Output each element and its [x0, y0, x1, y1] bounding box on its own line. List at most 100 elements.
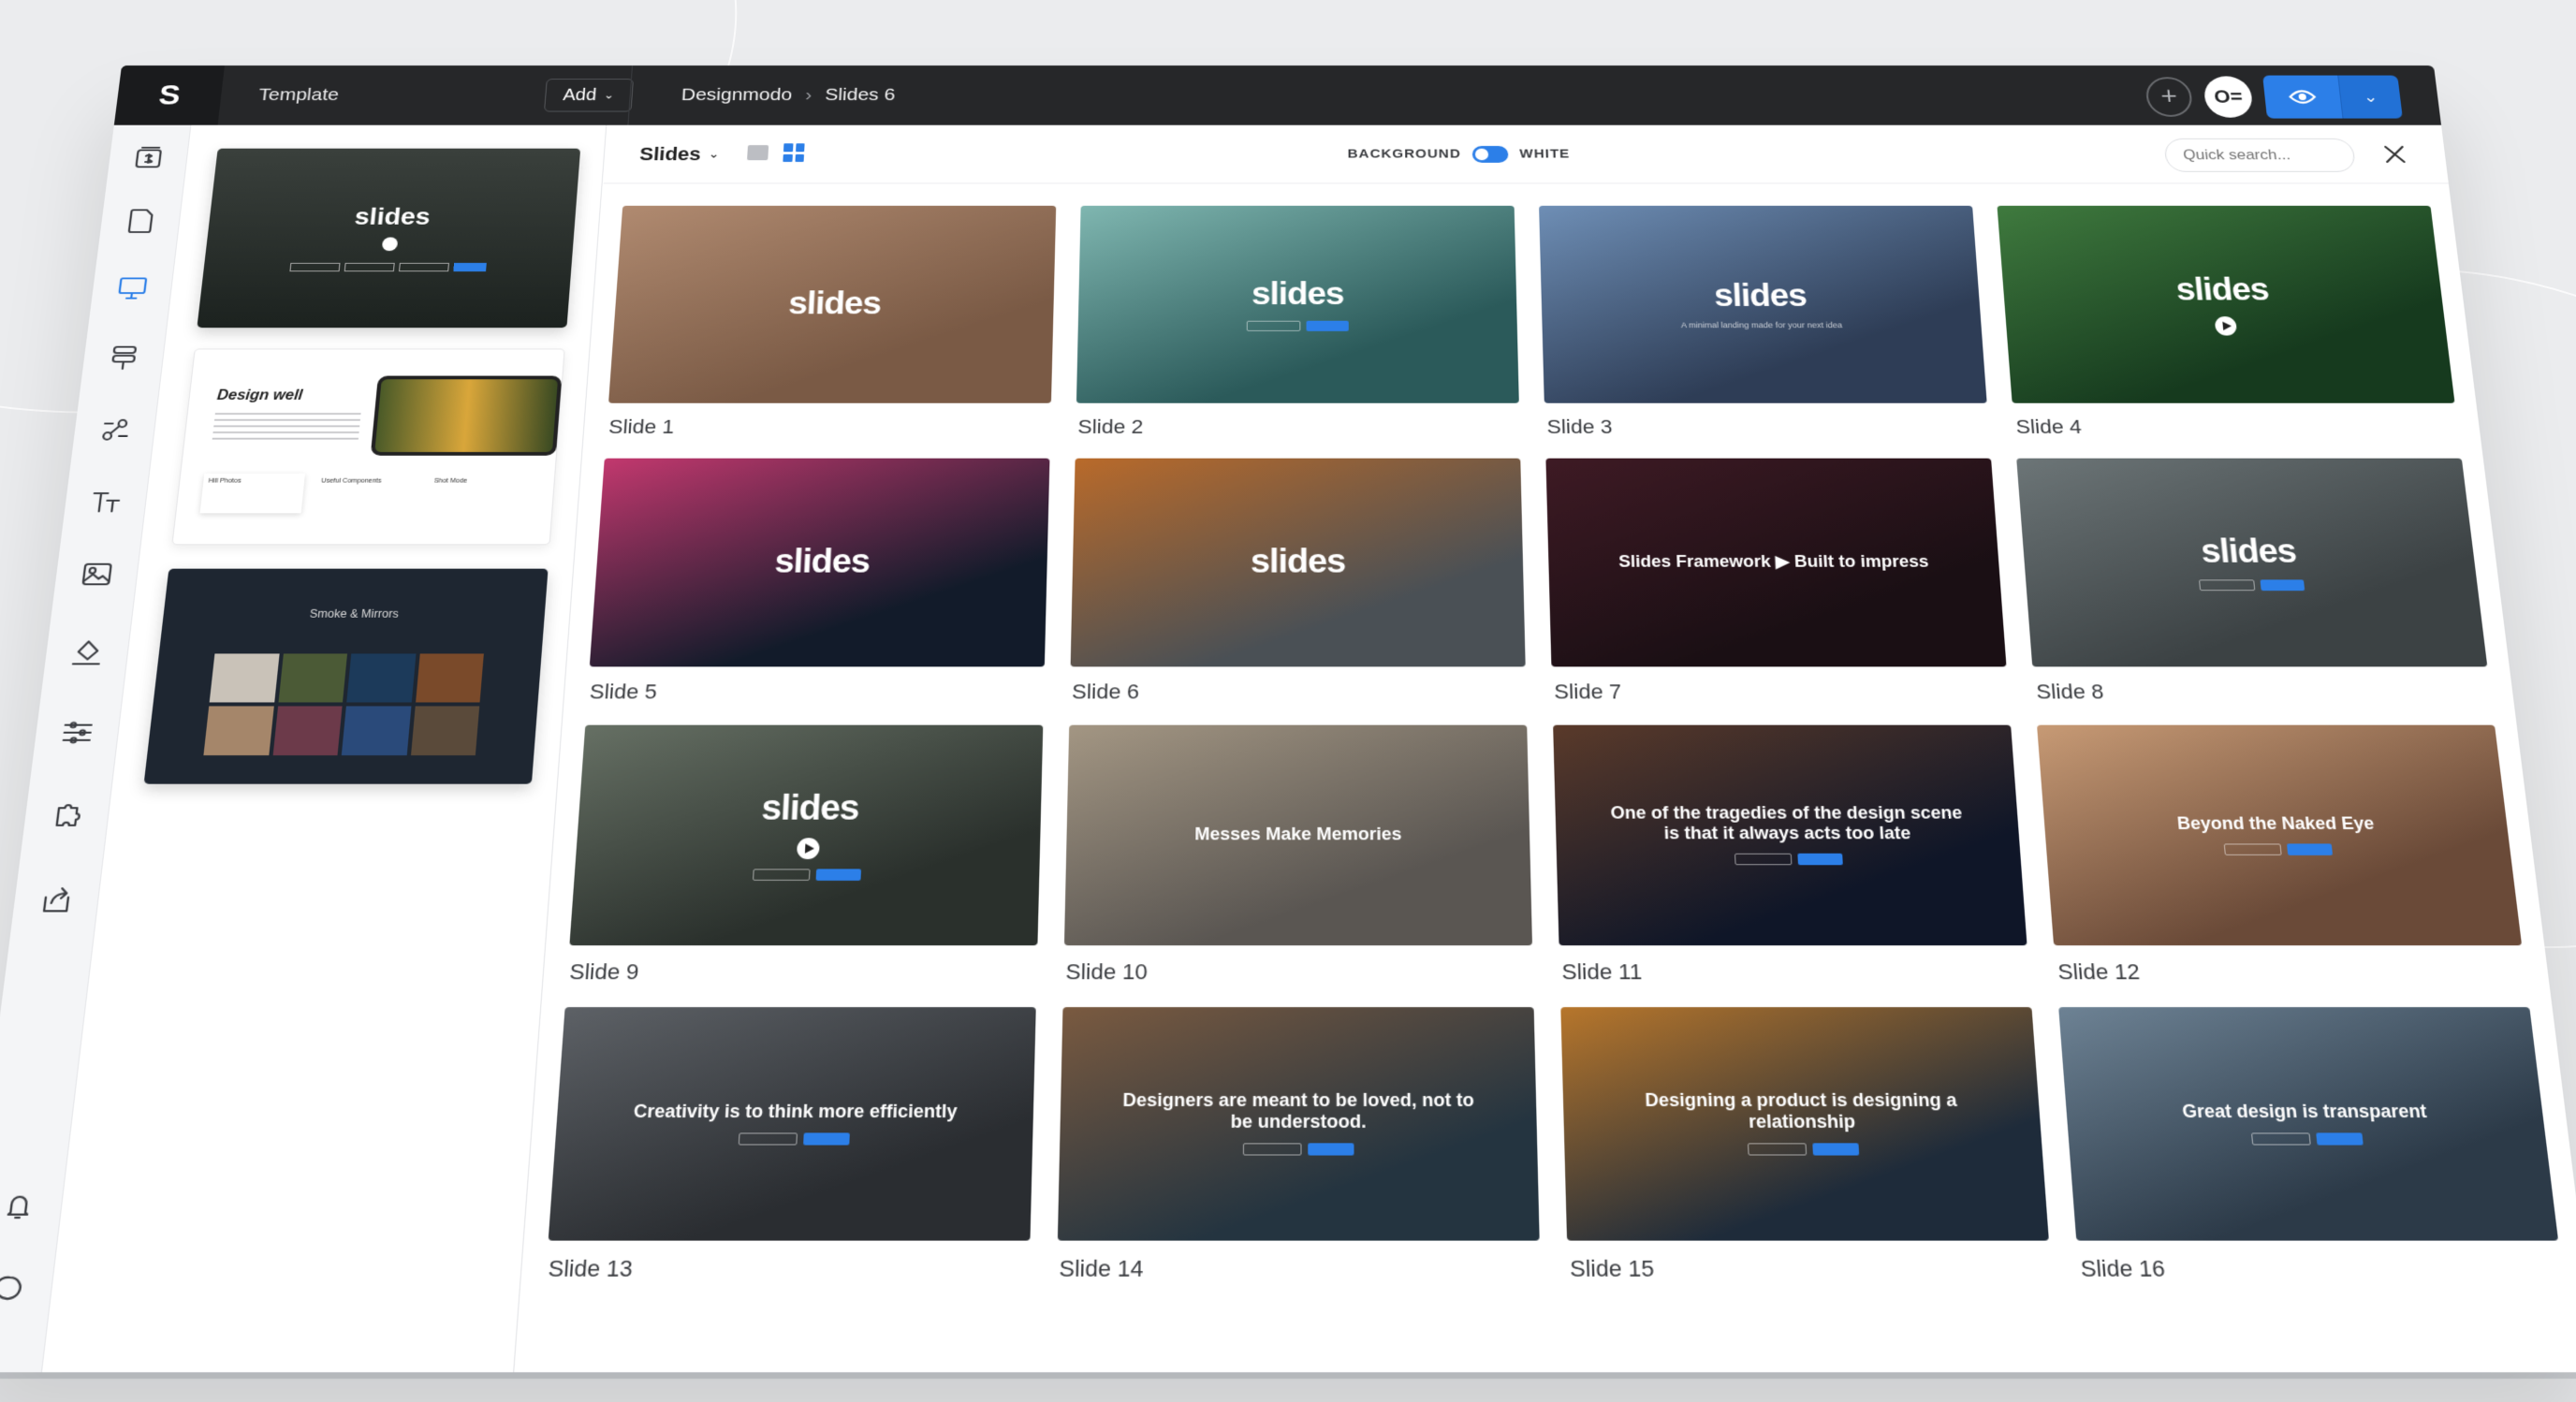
add-label: Add [562, 85, 597, 105]
slide-thumbnail[interactable]: slides [1076, 205, 1519, 403]
template-title: Template [257, 85, 341, 105]
grid-view-icon[interactable] [783, 143, 805, 162]
search-input[interactable] [2163, 138, 2357, 172]
slide-cta [1246, 320, 1349, 331]
slide-card[interactable]: slides Slide 1 [606, 205, 1057, 439]
slide-card[interactable]: slides Slide 2 [1076, 205, 1520, 439]
slide-thumbnail[interactable]: slides [569, 724, 1044, 946]
slide-cta [2199, 579, 2305, 591]
slide-card[interactable]: slides Slide 6 [1070, 458, 1527, 705]
slide-thumbnail[interactable]: Beyond the Naked Eye [2037, 724, 2523, 946]
slide-thumbnail[interactable]: One of the tragedies of the design scene… [1553, 724, 2027, 946]
slide-heading: Beyond the Naked Eye [2175, 812, 2376, 833]
slide-thumbnail[interactable]: Creativity is to think more efficiently [548, 1007, 1036, 1241]
slide-card[interactable]: Creativity is to think more efficiently S… [545, 1007, 1036, 1282]
slide-heading: Messes Make Memories [1194, 824, 1402, 843]
slide-subtitle: A minimal landing made for your next ide… [1680, 320, 1843, 330]
slide-thumbnail[interactable]: slides A minimal landing made for your ne… [1539, 205, 1987, 403]
template-caption: Hill Photos [200, 474, 306, 513]
slide-thumbnail[interactable]: slides [2016, 458, 2488, 667]
slide-heading: Designers are meant to be loved, not to … [1122, 1089, 1475, 1132]
slides-dropdown[interactable]: Slides ⌄ [639, 143, 721, 165]
slide-card[interactable]: slides Slide 9 [566, 724, 1044, 986]
slide-cta [2250, 1132, 2364, 1145]
layout-icon[interactable] [102, 340, 145, 374]
slide-heading: slides [773, 542, 871, 580]
slides-dropdown-label: Slides [638, 142, 702, 165]
slide-card[interactable]: Designing a product is designing a relat… [1560, 1007, 2052, 1282]
breadcrumb-item[interactable]: Designmodo [681, 85, 793, 105]
slide-label: Slide 3 [1546, 416, 1613, 438]
background-label: BACKGROUND [1347, 146, 1461, 162]
bell-icon[interactable] [0, 1184, 42, 1225]
slide-label: Slide 7 [1553, 679, 1622, 704]
top-bar: S Template Add ⌄ Designmodo › Slides 6 +… [113, 66, 2442, 125]
slide-thumbnail[interactable]: slides [1997, 205, 2455, 403]
slide-card[interactable]: Great design is transparent Slide 16 [2058, 1007, 2564, 1282]
add-button[interactable]: Add ⌄ [543, 79, 634, 112]
components-icon[interactable] [94, 412, 137, 447]
template-title: Smoke & Mirrors [309, 606, 400, 621]
close-icon[interactable] [2379, 141, 2411, 167]
slide-heading: Slides Framework ▶ Built to impress [1617, 551, 1929, 571]
slide-card[interactable]: slides A minimal landing made for your ne… [1539, 205, 1989, 439]
slide-heading: slides [2199, 532, 2298, 570]
white-label: WHITE [1519, 146, 1571, 162]
slide-thumbnail[interactable]: slides [608, 205, 1057, 403]
template-caption: Shot Mode [433, 477, 468, 485]
image-icon[interactable] [75, 556, 119, 592]
slide-label: Slide 2 [1077, 416, 1144, 438]
settings-icon[interactable] [55, 714, 100, 752]
template-image [370, 375, 563, 456]
chat-icon[interactable] [0, 1268, 33, 1310]
slide-card[interactable]: Messes Make Memories Slide 10 [1063, 724, 1533, 986]
single-view-icon[interactable] [747, 145, 769, 161]
background-toggle[interactable] [1471, 145, 1509, 163]
slide-heading: One of the tragedies of the design scene… [1610, 803, 1963, 843]
slide-thumbnail[interactable]: Designers are meant to be loved, not to … [1057, 1007, 1540, 1241]
slide-thumbnail[interactable]: slides [1070, 458, 1526, 667]
slide-card[interactable]: slides Slide 4 [1997, 205, 2459, 439]
slide-card[interactable]: slides Slide 8 [2016, 458, 2492, 705]
slide-card[interactable]: Beyond the Naked Eye Slide 12 [2037, 724, 2526, 986]
slide-heading: Great design is transparent [2181, 1100, 2428, 1121]
chevron-down-icon: ⌄ [603, 88, 615, 101]
slide-cta [2223, 842, 2334, 855]
slide-label: Slide 13 [547, 1255, 634, 1282]
slide-thumbnail[interactable]: slides [589, 458, 1050, 667]
template-caption: Useful Components [320, 477, 382, 485]
template-thumb-gallery[interactable]: Smoke & Mirrors [143, 568, 549, 784]
slide-heading: Designing a product is designing a relat… [1644, 1089, 1958, 1132]
plugin-icon[interactable] [45, 796, 90, 834]
slide-card[interactable]: Designers are meant to be loved, not to … [1057, 1007, 1541, 1282]
slide-card[interactable]: One of the tragedies of the design scene… [1553, 724, 2030, 986]
slide-card[interactable]: Slides Framework ▶ Built to impress Slide… [1545, 458, 2009, 705]
slide-label: Slide 12 [2056, 959, 2141, 985]
slide-label: Slide 4 [2014, 416, 2083, 438]
logo[interactable]: S [113, 66, 225, 125]
avatar[interactable]: O= [2203, 76, 2254, 118]
slide-thumbnail[interactable]: Great design is transparent [2058, 1007, 2559, 1241]
template-gallery [203, 653, 484, 756]
breadcrumb-item[interactable]: Slides 6 [825, 85, 896, 105]
slides-icon[interactable] [127, 141, 169, 175]
template-thumb-forest[interactable]: slides [197, 148, 581, 329]
template-thumb-light[interactable]: Design well Hill Photos Useful Component… [171, 348, 565, 546]
chevron-down-icon[interactable]: ⌄ [2337, 75, 2403, 119]
page-icon[interactable] [120, 204, 162, 238]
desktop-icon[interactable] [111, 270, 154, 305]
slide-heading: slides [1251, 275, 1344, 312]
eye-icon[interactable] [2262, 75, 2343, 119]
slide-card[interactable]: slides Slide 5 [587, 458, 1050, 705]
export-icon[interactable] [34, 881, 80, 920]
paint-icon[interactable] [66, 634, 110, 671]
slide-thumbnail[interactable]: Slides Framework ▶ Built to impress [1545, 458, 2007, 667]
plus-icon[interactable]: + [2144, 77, 2194, 117]
slide-thumbnail[interactable]: Messes Make Memories [1063, 724, 1532, 946]
slides-grid: slides Slide 1 slides Slide 2 slides A minima… [545, 205, 2564, 1283]
chevron-right-icon: › [804, 85, 812, 105]
slide-thumbnail[interactable]: Designing a product is designing a relat… [1560, 1007, 2049, 1241]
typography-icon[interactable] [84, 484, 128, 520]
background-toggle-group: BACKGROUND WHITE [1347, 145, 1571, 163]
preview-button[interactable]: ⌄ [2262, 75, 2403, 119]
